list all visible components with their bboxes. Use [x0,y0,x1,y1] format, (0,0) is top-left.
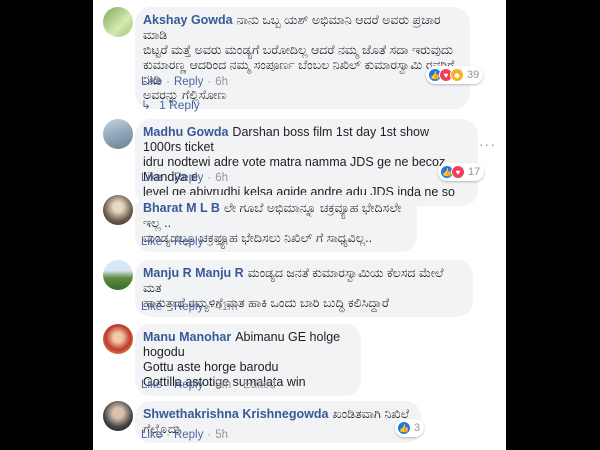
reply-link[interactable]: Reply [174,76,203,88]
reaction-summary[interactable]: 👍 3 [395,419,425,437]
view-replies-link[interactable]: ↳ 1 Reply [141,98,200,112]
separator: · [207,172,212,184]
reaction-count: 17 [468,166,481,178]
reply-link[interactable]: Reply [174,236,203,248]
like-icon: 👍 [397,421,411,435]
comment-author[interactable]: Manju R Manju R [143,266,244,280]
avatar[interactable] [103,119,133,149]
separator: · [166,76,170,88]
separator: · [166,429,170,441]
reply-link[interactable]: Reply [174,172,203,184]
separator: · [207,301,212,313]
reply-link[interactable]: Reply [174,429,203,441]
comment-time[interactable]: 41m [215,301,237,313]
like-link[interactable]: Like [141,379,162,391]
comment-actions: Like · Reply · 5h [141,429,228,441]
comment-time[interactable]: 1h [215,236,228,248]
separator: · [166,301,170,313]
comment-bubble: Madhu Gowda Darshan boss film 1st day 1st… [135,119,478,206]
comment-author[interactable]: Manu Manohar [143,330,231,344]
edited-label[interactable]: Edited [243,379,276,391]
more-options-icon[interactable]: ··· [479,136,496,152]
separator: · [166,236,170,248]
reaction-count: 3 [414,422,421,434]
avatar[interactable] [103,195,133,225]
separator: · [207,236,212,248]
reaction-summary[interactable]: 👍 ♥ ☻ 39 [426,66,484,84]
comment-author[interactable]: Shwethakrishna Krishnegowda [143,407,328,421]
separator: · [235,379,240,391]
like-link[interactable]: Like [141,76,162,88]
love-icon: ♥ [451,165,465,179]
comment-bubble: Akshay Gowda ನಾನು ಒಬ್ಬ ಯಶ್ ಅಭಿಮಾನಿ ಆದರೆ ಅ… [135,7,470,109]
comment-actions: Like · Reply · 41m [141,301,238,313]
avatar[interactable] [103,324,133,354]
separator: · [166,379,170,391]
comment-actions: Like · Reply · 8m · Edited [141,379,276,391]
separator: · [166,172,170,184]
reply-arrow-icon: ↳ [141,98,152,112]
comment-actions: Like · Reply · 6h [141,172,228,184]
comment-time[interactable]: 5h [215,429,228,441]
reaction-summary[interactable]: 👍 ♥ 17 [438,163,485,181]
separator: · [207,429,212,441]
comment-author[interactable]: Madhu Gowda [143,125,228,139]
reaction-count: 39 [467,69,480,81]
avatar[interactable] [103,260,133,290]
comment-time[interactable]: 6h [215,172,228,184]
like-link[interactable]: Like [141,172,162,184]
like-link[interactable]: Like [141,429,162,441]
separator: · [207,379,212,391]
comment-time[interactable]: 8m [215,379,231,391]
comment-actions: Like · Reply · 6h [141,76,228,88]
like-link[interactable]: Like [141,236,162,248]
avatar[interactable] [103,401,133,431]
separator: · [207,76,212,88]
comments-panel: Akshay Gowda ನಾನು ಒಬ್ಬ ಯಶ್ ಅಭಿಮಾನಿ ಆದರೆ ಅ… [93,0,506,450]
like-link[interactable]: Like [141,301,162,313]
comment-author[interactable]: Akshay Gowda [143,13,233,27]
reply-link[interactable]: Reply [174,379,203,391]
haha-icon: ☻ [450,68,464,82]
replies-count[interactable]: 1 Reply [159,98,200,112]
comment-author[interactable]: Bharat M L B [143,201,220,215]
comment-actions: Like · Reply · 1h [141,236,228,248]
reply-link[interactable]: Reply [174,301,203,313]
comment-time[interactable]: 6h [215,76,228,88]
avatar[interactable] [103,7,133,37]
